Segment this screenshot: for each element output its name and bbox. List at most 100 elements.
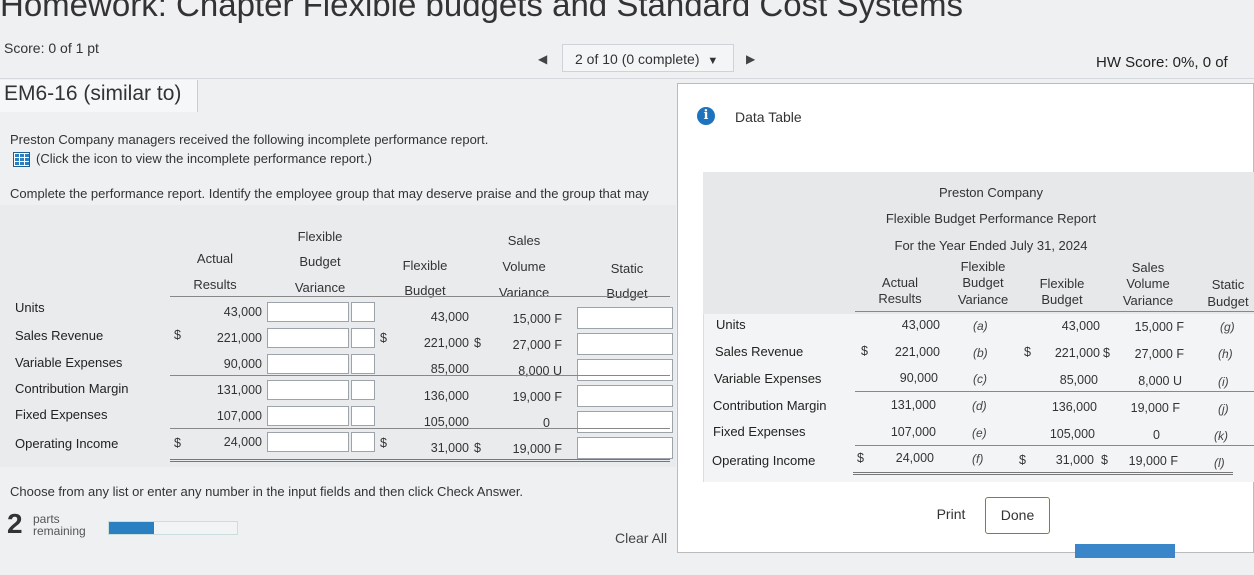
instructions-footer: Choose from any list or enter any number… [10,484,524,499]
fbv-fixed-expenses-select[interactable] [351,406,375,426]
m-row-label-fixed-expenses: Fixed Expenses [713,424,806,439]
m-actual-value: 107,000 [890,425,936,439]
m-actual-value: 90,000 [899,371,938,385]
m-fb-value: 221,000 [1054,346,1100,360]
actual-value: 24,000 [223,435,262,449]
page-title: Homework: Chapter Flexible budgets and S… [0,0,963,23]
fbv-units-select[interactable] [351,302,375,322]
header-actual-1: Actual [196,251,234,266]
header-actual-2: Results [193,277,237,292]
fbv-sales-revenue-select[interactable] [351,328,375,348]
m-header-fb-2: Budget [1041,292,1083,307]
fbv-variable-expenses-input[interactable] [267,354,349,374]
score-bar: Score: 0 of 1 pt ◀ 2 of 10 (0 complete) … [0,38,1254,79]
report-period: For the Year Ended July 31, 2024 [894,238,1088,253]
m-header-fbv-1: Flexible [960,259,1006,274]
fb-value: 85,000 [430,362,469,376]
m-static-placeholder-k: (k) [1214,429,1228,443]
m-header-static-2: Budget [1207,294,1249,309]
m-fbv-placeholder-c: (c) [973,372,987,386]
svv-value: 19,000 F [512,390,562,404]
static-units-input[interactable] [577,307,673,329]
m-fbv-placeholder-a: (a) [973,319,988,333]
fbv-contribution-margin-input[interactable] [267,380,349,400]
instruction-text: Complete the performance report. Identif… [10,186,649,201]
m-header-svv-2: Volume [1126,276,1170,291]
parts-remaining-count: 2 [7,508,23,539]
m-row-label-contribution-margin: Contribution Margin [713,398,827,413]
static-variable-expenses-input[interactable] [577,359,673,381]
m-header-svv-1: Sales [1131,260,1165,275]
row-label-contribution-margin: Contribution Margin [15,381,129,396]
m-fb-value: 105,000 [1049,427,1095,441]
fbv-fixed-expenses-input[interactable] [267,406,349,426]
m-static-placeholder-h: (h) [1218,347,1233,361]
static-operating-income-input[interactable] [577,437,673,459]
m-header-fb-1: Flexible [1039,276,1085,291]
fbv-variable-expenses-select[interactable] [351,354,375,374]
previous-question-button[interactable]: ◀ [538,52,547,66]
actual-value: 90,000 [223,357,262,371]
actual-dollar-sign: $ [174,436,181,450]
static-sales-revenue-input[interactable] [577,333,673,355]
header-static-1: Static [610,261,644,276]
fb-value: 31,000 [430,441,469,455]
fb-dollar-sign: $ [380,331,387,345]
row-label-variable-expenses: Variable Expenses [15,355,123,370]
m-actual-value: 43,000 [901,318,940,332]
header-svv-1: Sales [507,233,541,248]
svv-dollar-sign: $ [474,441,481,455]
header-fbv-1: Flexible [297,229,343,244]
m-fbv-placeholder-f: (f) [972,452,984,466]
m-static-placeholder-l: (l) [1214,456,1225,470]
fbv-contribution-margin-select[interactable] [351,380,375,400]
m-header-fbv-2: Budget [962,275,1004,290]
clear-all-button[interactable]: Clear All [615,530,667,546]
view-report-text: (Click the icon to view the incomplete p… [36,151,372,166]
table-icon[interactable] [13,152,30,168]
actual-value: 221,000 [216,331,262,345]
fb-value: 105,000 [423,415,469,429]
fb-value: 136,000 [423,389,469,403]
header-svv-2: Volume [502,259,546,274]
done-button[interactable]: Done [985,497,1050,534]
header-fbv-3: Variance [294,280,346,295]
report-company: Preston Company [938,185,1044,200]
svv-dollar-sign: $ [474,336,481,350]
header-svv-3: Variance [498,285,550,300]
m-fbv-placeholder-b: (b) [973,346,988,360]
question-selector-dropdown[interactable]: 2 of 10 (0 complete) ▼ [562,44,734,72]
fbv-operating-income-input[interactable] [267,432,349,452]
row-label-units: Units [15,300,45,315]
next-question-button[interactable]: ▶ [746,52,755,66]
m-header-actual-1: Actual [881,275,919,290]
m-header-fbv-3: Variance [957,292,1009,307]
m-header-svv-3: Variance [1122,293,1174,308]
print-button[interactable]: Print [931,506,971,526]
m-actual-dollar-sign: $ [857,451,864,465]
m-header-actual-2: Results [878,291,922,306]
progress-fill [109,522,154,534]
actual-value: 107,000 [216,409,262,423]
svv-value: 19,000 F [512,442,562,456]
static-fixed-expenses-input[interactable] [577,411,673,433]
m-fb-value: 85,000 [1059,373,1098,387]
static-contribution-margin-input[interactable] [577,385,673,407]
hw-score: HW Score: 0%, 0 of [1096,54,1228,71]
row-label-fixed-expenses: Fixed Expenses [15,407,108,422]
m-actual-dollar-sign: $ [861,344,868,358]
check-answer-button-edge[interactable] [1075,544,1175,558]
m-svv-value: 15,000 F [1134,320,1184,334]
fbv-units-input[interactable] [267,302,349,322]
report-title: Flexible Budget Performance Report [885,211,1097,226]
header-fbv-2: Budget [299,254,341,269]
header-fb-1: Flexible [402,258,448,273]
info-icon: i [697,107,715,125]
fbv-operating-income-select[interactable] [351,432,375,452]
fbv-sales-revenue-input[interactable] [267,328,349,348]
progress-bar [108,521,238,535]
view-report-link[interactable]: (Click the icon to view the incomplete p… [13,151,372,168]
m-fbv-placeholder-e: (e) [972,426,987,440]
m-fb-value: 31,000 [1055,453,1094,467]
row-label-sales-revenue: Sales Revenue [15,328,104,343]
